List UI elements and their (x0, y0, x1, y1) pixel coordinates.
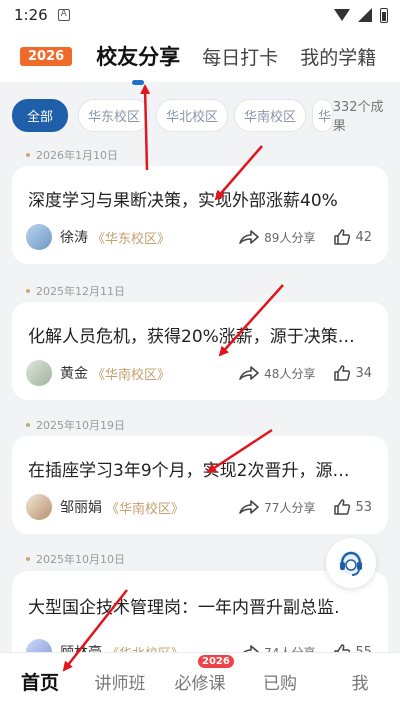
active-tab-indicator (132, 80, 145, 85)
share-arrow-icon (239, 500, 259, 514)
filter-chip-east[interactable]: 华东校区 (78, 98, 151, 132)
like-button[interactable]: 42 (333, 228, 372, 246)
nav-label: 必修课 (174, 674, 226, 694)
share-arrow-icon (239, 366, 259, 380)
post-date: 2025年12月11日 (26, 283, 125, 299)
post-title[interactable]: 化解人员危机，获得20%涨薪，源于决策… (28, 322, 372, 347)
campus-tag: 《华南校区》 (106, 501, 185, 517)
share-button[interactable]: 48人分享 (238, 365, 315, 382)
year-badge[interactable]: 2026 (20, 46, 73, 66)
thumbs-up-icon (334, 365, 351, 381)
post-meta: 徐涛 《华东校区》 89人分享 42 (26, 224, 372, 250)
like-button[interactable]: 53 (333, 498, 372, 516)
post-card[interactable]: 在插座学习3年9个月，实现2次晋升，源… 邹丽娟 《华南校区》 77人分享 53 (12, 436, 388, 534)
share-button[interactable]: 77人分享 (238, 499, 315, 516)
nav-required-course[interactable]: 必修课 2026 (160, 655, 240, 694)
like-count: 42 (355, 229, 372, 245)
nav-purchased[interactable]: 已购 (240, 669, 320, 694)
date-dot (26, 153, 30, 157)
post-meta: 邹丽娟 《华南校区》 77人分享 53 (26, 494, 372, 520)
notification-a-icon: A (57, 9, 70, 21)
like-button[interactable]: 34 (333, 364, 372, 382)
status-bar: 1:26 A (0, 0, 400, 30)
tab-my-enrollment[interactable]: 我的学籍 (300, 43, 376, 70)
customer-service-headset-icon (339, 551, 363, 576)
post-title[interactable]: 大型国企技术管理岗：一年内晋升副总监… (28, 593, 338, 618)
avatar (26, 360, 52, 386)
post-meta: 黄金 《华南校区》 48人分享 34 (26, 360, 372, 386)
thumbs-up-icon (334, 499, 351, 515)
nav-year-badge: 2026 (198, 655, 234, 668)
post-card[interactable]: 深度学习与果断决策，实现外部涨薪40% 徐涛 《华东校区》 89人分享 42 (12, 166, 388, 264)
post-date-text: 2025年10月10日 (36, 553, 125, 566)
post-title[interactable]: 深度学习与果断决策，实现外部涨薪40% (28, 186, 372, 211)
share-button[interactable]: 89人分享 (238, 229, 315, 246)
share-count: 48人分享 (264, 366, 316, 381)
campus-filter-bar: 全部 华东校区 华北校区 华南校区 华 332个成果 (12, 98, 388, 134)
date-dot (26, 423, 30, 427)
top-tab-bar: 2026 校友分享 每日打卡 我的学籍 (0, 30, 400, 85)
filter-chip-all[interactable]: 全部 (12, 98, 69, 132)
campus-tag: 《华东校区》 (92, 231, 171, 247)
share-count: 89人分享 (264, 230, 316, 245)
post-date: 2026年1月10日 (26, 147, 118, 163)
post-date: 2025年10月19日 (26, 417, 125, 433)
bottom-nav: 首页 讲师班 必修课 2026 已购 我 (0, 652, 400, 710)
author-name: 邹丽娟 (60, 500, 102, 516)
post-date-text: 2025年10月19日 (36, 419, 125, 432)
avatar (26, 494, 52, 520)
date-dot (26, 557, 30, 561)
post-date-text: 2025年12月11日 (36, 285, 125, 298)
tab-label: 校友分享 (96, 45, 181, 69)
share-arrow-icon (239, 230, 259, 244)
wifi-icon (334, 9, 350, 21)
nav-me[interactable]: 我 (320, 669, 400, 694)
post-card[interactable]: 化解人员危机，获得20%涨薪，源于决策… 黄金 《华南校区》 48人分享 34 (12, 302, 388, 400)
post-date: 2025年10月10日 (26, 551, 125, 567)
result-count: 332个成果 (332, 100, 384, 134)
filter-chip-partial[interactable]: 华 (312, 98, 333, 132)
author-name: 徐涛 (60, 230, 88, 246)
battery-icon (380, 7, 388, 23)
tab-alumni-share[interactable]: 校友分享 (96, 41, 181, 85)
campus-tag: 《华南校区》 (92, 367, 171, 383)
nav-home[interactable]: 首页 (0, 668, 80, 695)
tab-daily-checkin[interactable]: 每日打卡 (202, 43, 278, 70)
post-date-text: 2026年1月10日 (36, 149, 118, 162)
status-time: 1:26 (14, 6, 48, 24)
thumbs-up-icon (334, 229, 351, 245)
like-count: 34 (355, 365, 372, 381)
customer-service-button[interactable] (326, 538, 376, 588)
share-count: 77人分享 (264, 500, 316, 515)
author-name: 黄金 (60, 366, 88, 382)
date-dot (26, 289, 30, 293)
avatar (26, 224, 52, 250)
post-title[interactable]: 在插座学习3年9个月，实现2次晋升，源… (28, 456, 372, 481)
filter-chip-north[interactable]: 华北校区 (156, 98, 229, 132)
filter-chip-south[interactable]: 华南校区 (234, 98, 307, 132)
nav-lecturer-class[interactable]: 讲师班 (80, 669, 160, 694)
signal-icon (358, 8, 372, 22)
like-count: 53 (355, 499, 372, 515)
